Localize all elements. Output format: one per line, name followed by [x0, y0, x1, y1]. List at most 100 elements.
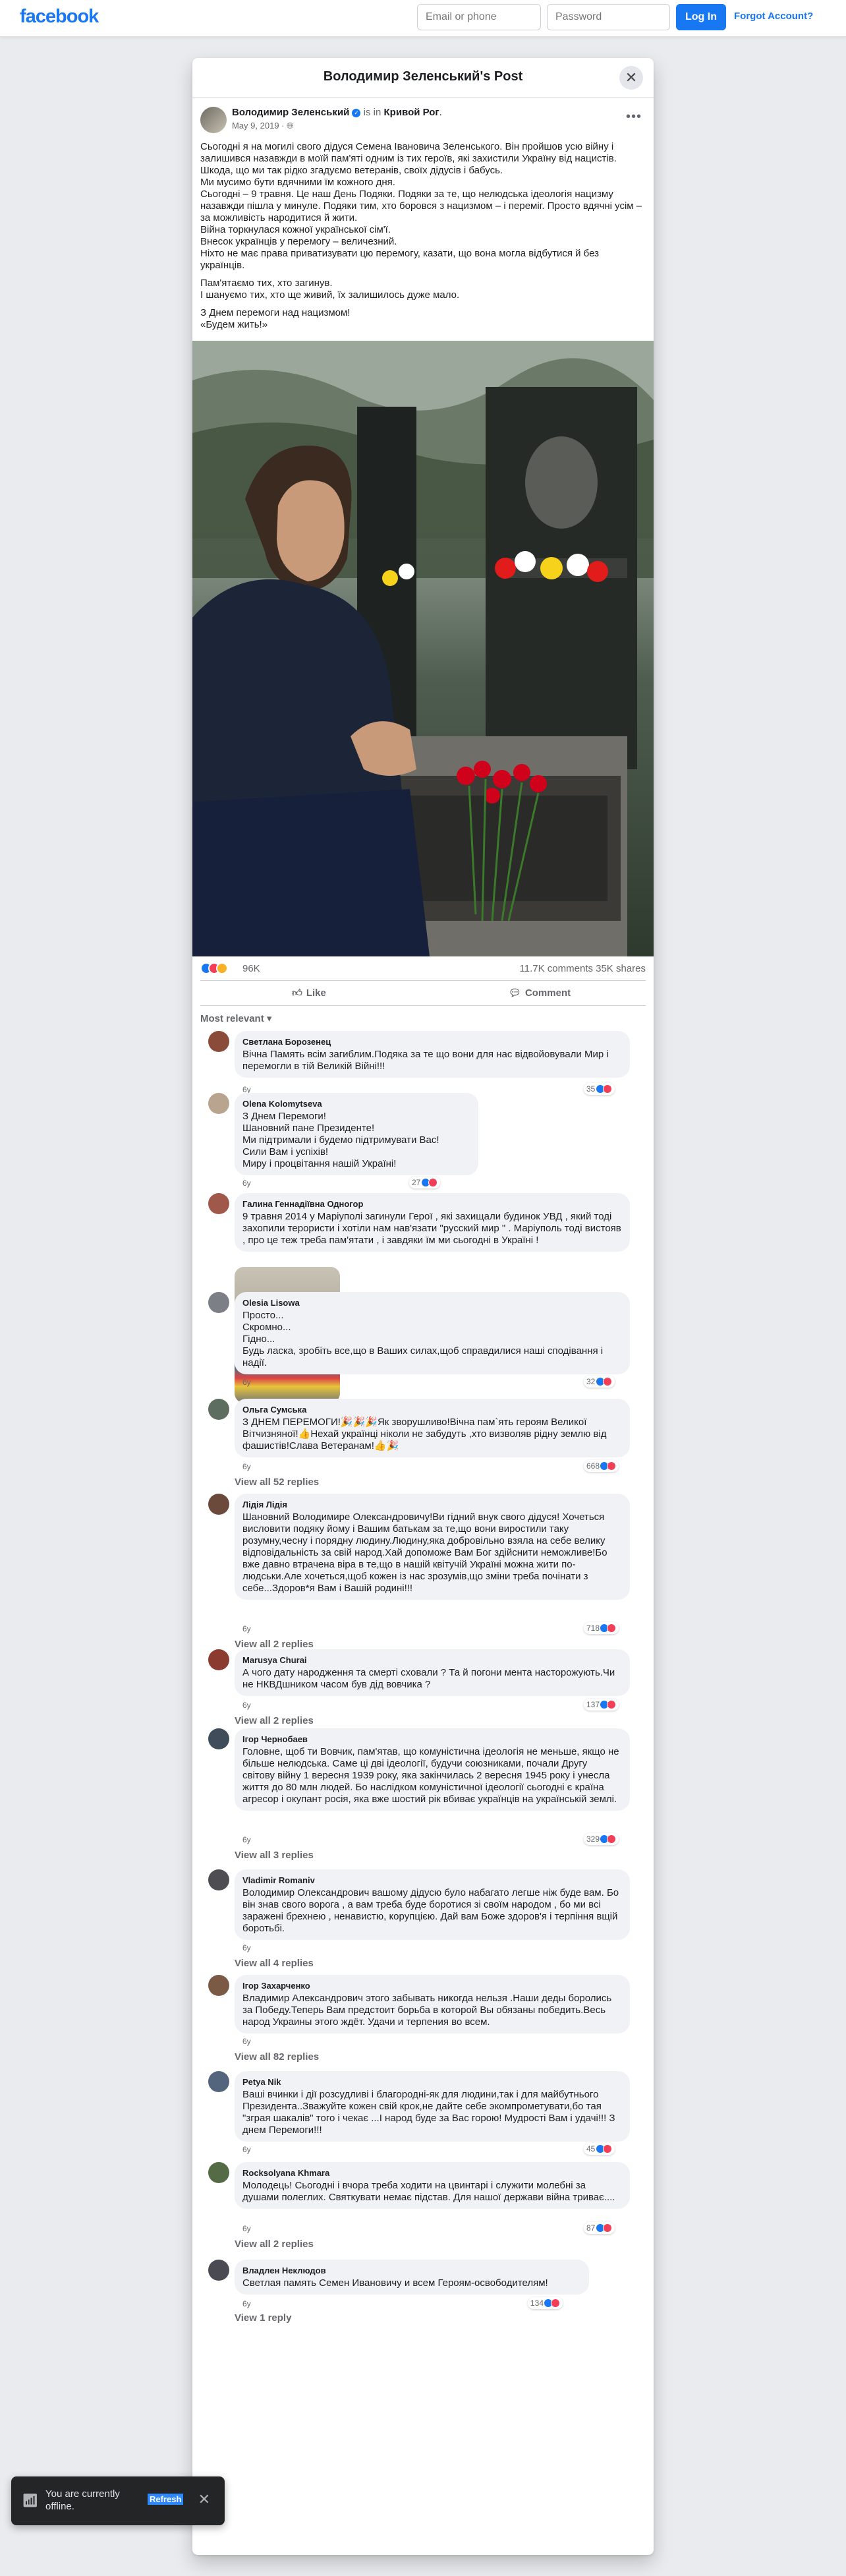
commenter-name[interactable]: Галина Геннадіївна Одногор	[242, 1198, 622, 1210]
comment-age[interactable]: 6y	[242, 1835, 251, 1844]
comment-sort-dropdown[interactable]: Most relevant ▾	[200, 1012, 646, 1024]
refresh-button[interactable]: Refresh	[148, 2494, 184, 2505]
comment-text: З ДНЕМ ПЕРЕМОГИ!🎉🎉🎉Як зворушливо!Вічна п…	[242, 1417, 607, 1451]
login-button[interactable]: Log In	[676, 4, 726, 30]
comment-bubble: Vladimir Romaniv Володимир Олександрович …	[235, 1869, 630, 1940]
commenter-avatar[interactable]	[208, 1031, 229, 1052]
like-button[interactable]: 👍︎ Like	[200, 983, 418, 1003]
post-paragraph: Ніхто не має права приватизувати цю пере…	[200, 248, 599, 271]
commenter-avatar[interactable]	[208, 1494, 229, 1515]
view-replies-link[interactable]: View all 2 replies	[235, 1715, 314, 1726]
post-paragraph: Ми мусимо бути вдячними їм кожного дня.	[200, 177, 395, 188]
comment-text: Просто...	[242, 1310, 284, 1321]
comment-reactions[interactable]: 32	[584, 1376, 615, 1388]
post-header: Володимир Зеленський ✓ is in Кривой Рог.…	[192, 105, 654, 137]
comment-age[interactable]: 6y	[242, 2224, 251, 2233]
commenter-name[interactable]: Olesia Lisowa	[242, 1297, 622, 1309]
commenter-avatar[interactable]	[208, 2071, 229, 2092]
commenter-avatar[interactable]	[208, 1292, 229, 1313]
comment-age[interactable]: 6y	[242, 1701, 251, 1710]
view-replies-link[interactable]: View all 82 replies	[235, 2051, 319, 2063]
comment-text: Ми підтримали і будемо підтримувати Вас!	[242, 1134, 439, 1146]
commenter-avatar[interactable]	[208, 1728, 229, 1749]
commenter-name[interactable]: Ольга Сумська	[242, 1404, 622, 1416]
close-icon[interactable]: ✕	[619, 66, 643, 90]
comment-reactions[interactable]: 27	[409, 1177, 440, 1188]
author-avatar[interactable]	[200, 107, 227, 133]
comment-age[interactable]: 6y	[242, 2299, 251, 2308]
forgot-account-link[interactable]: Forgot Account?	[734, 11, 813, 22]
commenter-avatar[interactable]	[208, 1975, 229, 1996]
commenter-name[interactable]: Olena Kolomytseva	[242, 1098, 470, 1110]
commenter-name[interactable]: Petya Nik	[242, 2076, 622, 2088]
globe-icon: 🌐︎	[287, 121, 294, 131]
commenter-name[interactable]: Светлана Борозенец	[242, 1036, 622, 1048]
location-link[interactable]: Кривой Рог	[384, 107, 439, 118]
comment-age[interactable]: 6y	[242, 1378, 251, 1387]
close-icon[interactable]: ✕	[198, 2491, 210, 2508]
commenter-avatar[interactable]	[208, 1869, 229, 1890]
offline-message: You are currently offline.	[45, 2488, 120, 2512]
comments-count[interactable]: 11.7K comments	[520, 963, 593, 974]
comment-text: Головне, щоб ти Вовчик, пам'ятав, що ком…	[242, 1746, 619, 1805]
password-field[interactable]	[547, 4, 670, 30]
post-paragraph: Сьогодні – 9 травня. Це наш День Подяки.…	[200, 189, 642, 223]
commenter-avatar[interactable]	[208, 1399, 229, 1420]
commenter-name[interactable]: Marusya Churai	[242, 1654, 622, 1666]
more-options-icon[interactable]: •••	[626, 109, 642, 125]
comment-bubble: Petya Nik Ваші вчинки і дії розсудливі і …	[235, 2071, 630, 2142]
view-replies-link[interactable]: View all 2 replies	[235, 2239, 314, 2250]
view-replies-link[interactable]: View all 2 replies	[235, 1639, 314, 1650]
post-date[interactable]: May 9, 2019 · 🌐︎	[232, 121, 294, 131]
commenter-avatar[interactable]	[208, 2260, 229, 2281]
comment-age[interactable]: 6y	[242, 2145, 251, 2154]
commenter-avatar[interactable]	[208, 1093, 229, 1114]
view-replies-link[interactable]: View 1 reply	[235, 2312, 291, 2324]
comment-text: Будь ласка, зробіть все,що в Ваших силах…	[242, 1345, 604, 1368]
comment-age[interactable]: 6y	[242, 2037, 251, 2046]
comment-bubble: Marusya Churai А чого дату народження та …	[235, 1649, 630, 1696]
comment-reactions[interactable]: 718	[584, 1622, 619, 1634]
comment-bubble: Olesia Lisowa Просто... Скромно... Гідно...…	[235, 1292, 630, 1374]
commenter-name[interactable]: Ігор Захарченко	[242, 1980, 622, 1992]
comment-text: Шановний Володимире Олександровичу!Ви гі…	[242, 1511, 607, 1594]
comment-reactions[interactable]: 87	[584, 2222, 615, 2234]
commenter-name[interactable]: Rocksolyana Khmara	[242, 2167, 622, 2179]
comment-text: Светлая память Семен Ивановичу и всем Ге…	[242, 2277, 548, 2289]
comment-bubble: Olena Kolomytseva З Днем Перемоги! Шановни…	[235, 1093, 478, 1175]
comment-age[interactable]: 6y	[242, 1179, 251, 1188]
comment-age[interactable]: 6y	[242, 1462, 251, 1471]
view-replies-link[interactable]: View all 3 replies	[235, 1850, 314, 1861]
email-field[interactable]	[417, 4, 541, 30]
commenter-avatar[interactable]	[208, 1649, 229, 1670]
comment-reactions[interactable]: 134	[528, 2297, 563, 2309]
verified-badge-icon: ✓	[352, 109, 361, 117]
dialog-title: Володимир Зеленський's Post	[323, 69, 523, 84]
comment-reactions[interactable]: 329	[584, 1833, 619, 1845]
comment-button[interactable]: 💬︎ Comment	[431, 983, 648, 1003]
reaction-count[interactable]: 96K	[242, 963, 260, 974]
facebook-logo[interactable]: facebook	[20, 6, 99, 28]
post-photo[interactable]	[192, 341, 654, 956]
comment-text: Володимир Олександрович вашому дідусю бу…	[242, 1887, 619, 1934]
comment-age[interactable]: 6y	[242, 1624, 251, 1633]
view-replies-link[interactable]: View all 52 replies	[235, 1477, 319, 1488]
shares-count[interactable]: 35K shares	[596, 963, 646, 974]
comment-reactions[interactable]: 137	[584, 1699, 619, 1711]
comment-reactions[interactable]: 45	[584, 2143, 615, 2155]
commenter-name[interactable]: Vladimir Romaniv	[242, 1875, 622, 1887]
commenter-avatar[interactable]	[208, 1193, 229, 1214]
comment-age[interactable]: 6y	[242, 1943, 251, 1952]
comment-reactions[interactable]: 668	[584, 1460, 619, 1472]
commenter-name[interactable]: Ігор Чернобаев	[242, 1734, 622, 1745]
comment-reactions[interactable]: 35	[584, 1083, 615, 1095]
commenter-name[interactable]: Лідія Лідія	[242, 1499, 622, 1511]
reaction-icons[interactable]	[200, 962, 228, 974]
post-paragraph: З Днем перемоги над нацизмом!	[200, 307, 351, 318]
post-paragraph: Шкода, що ми так рідко згадуємо ветерані…	[200, 165, 503, 176]
commenter-name[interactable]: Владлен Неклюдов	[242, 2265, 581, 2277]
commenter-avatar[interactable]	[208, 2162, 229, 2183]
view-replies-link[interactable]: View all 4 replies	[235, 1958, 314, 1969]
comment-bubble: Галина Геннадіївна Одногор 9 травня 2014 …	[235, 1193, 630, 1252]
author-name[interactable]: Володимир Зеленський	[232, 107, 349, 118]
